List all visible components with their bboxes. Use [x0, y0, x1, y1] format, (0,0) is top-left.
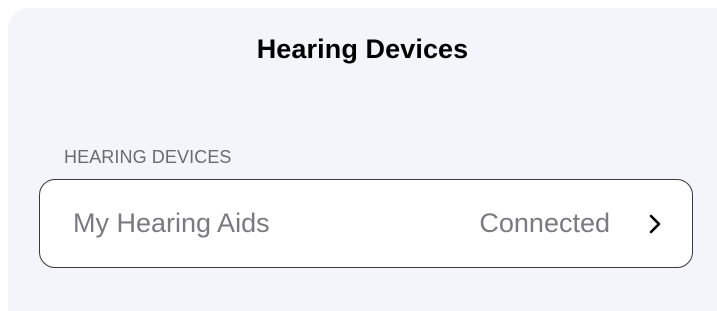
row-status-value: Connected: [479, 208, 610, 238]
section-header-hearing-devices: HEARING DEVICES: [64, 147, 232, 167]
page-title: Hearing Devices: [256, 34, 469, 64]
list-item-my-hearing-aids[interactable]: My Hearing Aids Connected: [39, 179, 693, 268]
settings-sheet: Hearing Devices HEARING DEVICES My Heari…: [8, 8, 717, 311]
row-label: My Hearing Aids: [73, 208, 270, 238]
chevron-right-icon: [649, 214, 661, 234]
